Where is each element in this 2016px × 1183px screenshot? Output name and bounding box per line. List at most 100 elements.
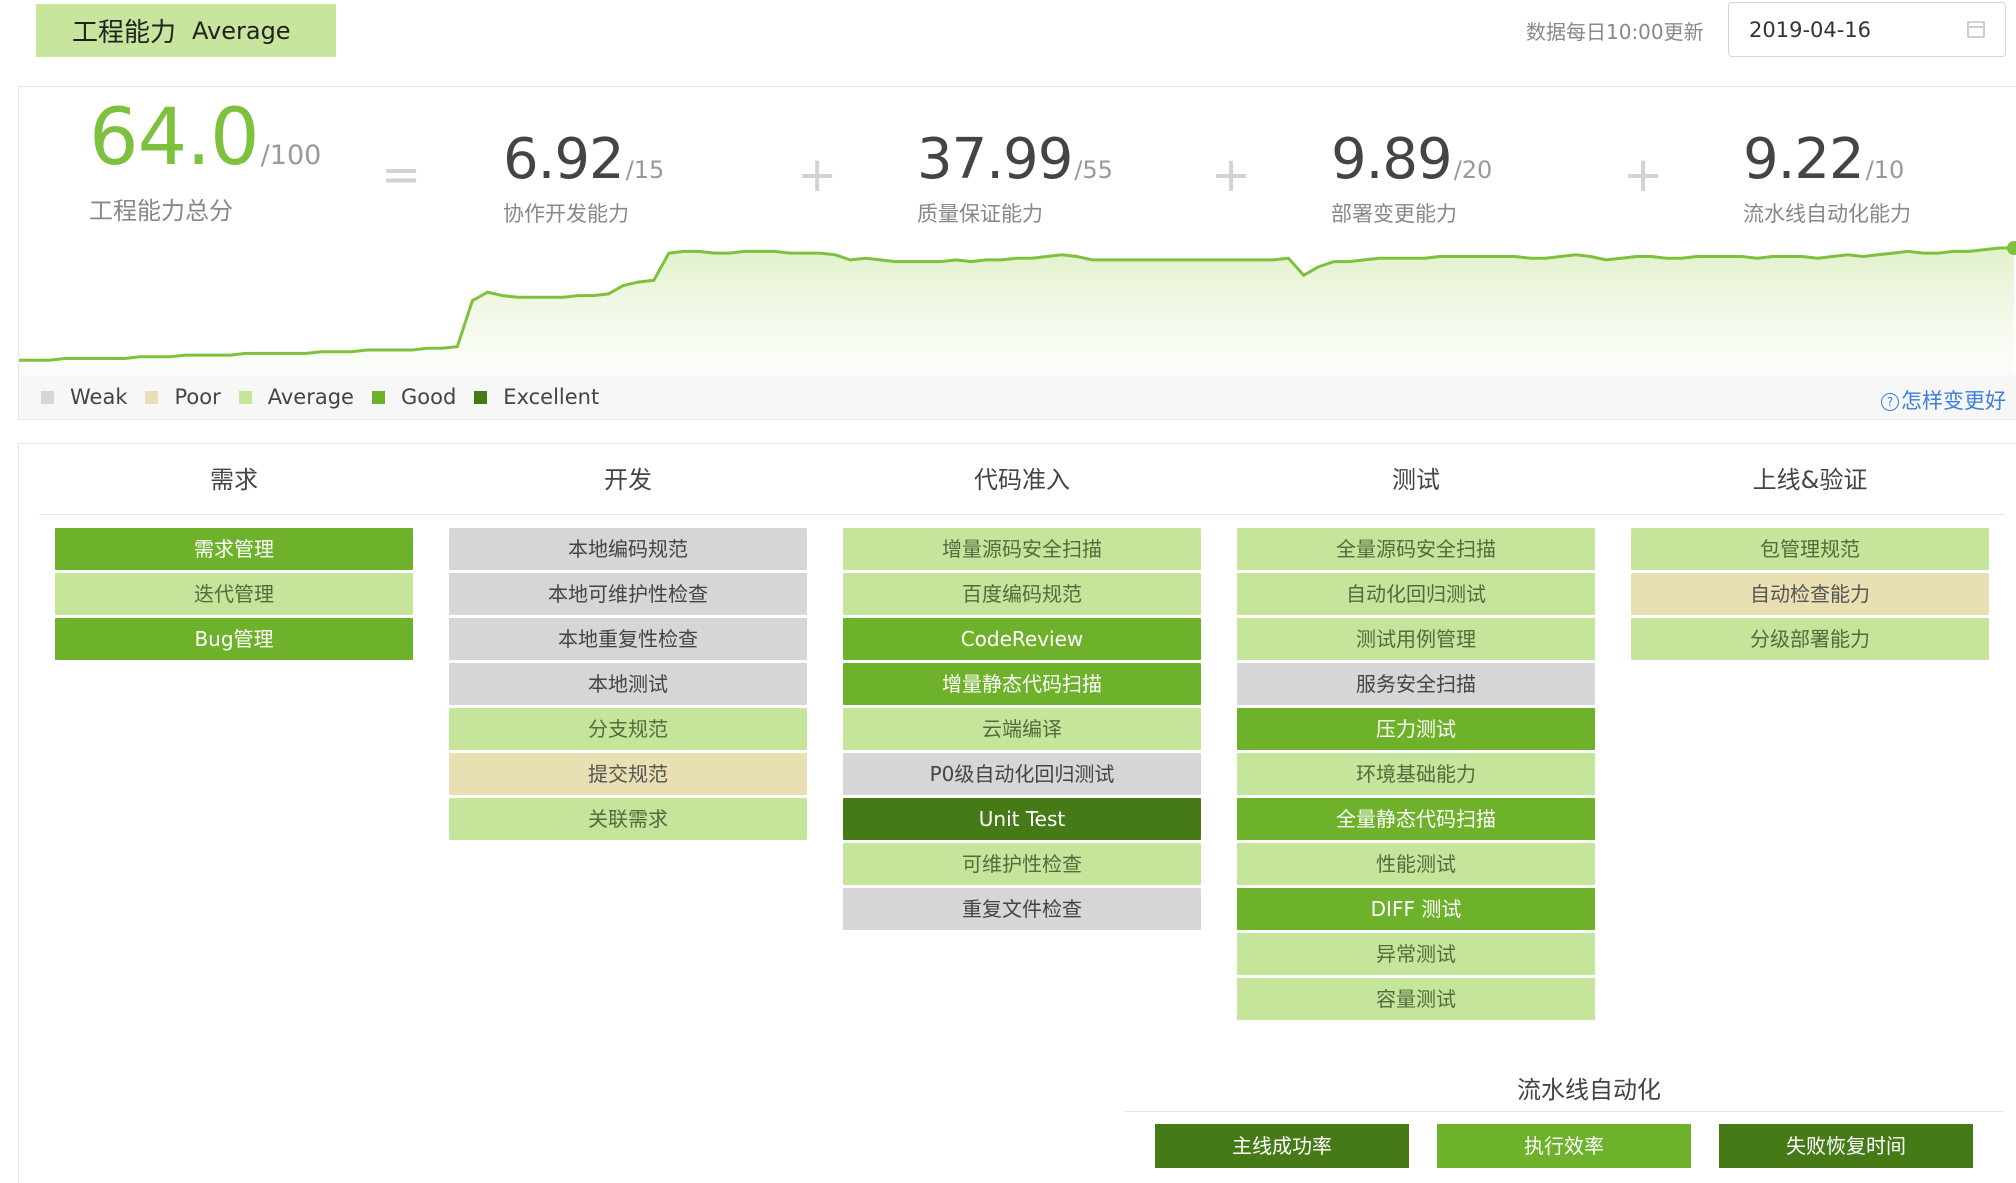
legend-swatch	[371, 390, 385, 404]
plus-sign: +	[1623, 147, 1664, 203]
capability-item[interactable]: 压力测试	[1237, 708, 1595, 750]
total-score-label: 工程能力总分	[89, 197, 233, 225]
legend-swatch	[238, 390, 252, 404]
pipeline-item[interactable]: 执行效率	[1437, 1124, 1691, 1168]
plus-sign: +	[1211, 147, 1252, 203]
metric-max: /10	[1865, 156, 1905, 184]
metric-max: /20	[1453, 156, 1493, 184]
stage-title: 开发	[604, 466, 652, 494]
capability-item[interactable]: 提交规范	[449, 753, 807, 795]
stage-column: 代码准入增量源码安全扫描 百度编码规范 CodeReview 增量静态代码扫描 云端编译…	[843, 444, 1201, 933]
legend-label: Good	[400, 385, 457, 409]
stage-column: 上线&验证包管理规范 自动检查能力 分级部署能力	[1631, 444, 1989, 663]
capability-item[interactable]: 自动化回归测试	[1237, 573, 1595, 615]
capability-item[interactable]: DIFF 测试	[1237, 888, 1595, 930]
pipeline-divider	[1124, 1111, 2004, 1112]
capability-item[interactable]: CodeReview	[843, 618, 1201, 660]
capability-item[interactable]: 关联需求	[449, 798, 807, 840]
metric-pipeline: 9.22/10 流水线自动化能力	[1743, 127, 1911, 228]
capability-item[interactable]: 容量测试	[1237, 978, 1595, 1020]
question-circle-icon: ?	[1881, 393, 1899, 411]
capability-item[interactable]: P0级自动化回归测试	[843, 753, 1201, 795]
legend: Weak Poor Average Good Excellent	[41, 385, 617, 409]
stage-title: 测试	[1392, 466, 1440, 494]
capability-item[interactable]: 需求管理	[55, 528, 413, 570]
capability-item[interactable]: 包管理规范	[1631, 528, 1989, 570]
update-note: 数据每日10:00更新	[1526, 20, 1704, 44]
capability-item[interactable]: Bug管理	[55, 618, 413, 660]
legend-bar: Weak Poor Average Good Excellent ? 怎样变更好	[19, 375, 2016, 419]
date-value: 2019-04-16	[1749, 17, 1872, 42]
capability-item[interactable]: 自动检查能力	[1631, 573, 1989, 615]
metric-deployment: 9.89/20 部署变更能力	[1331, 127, 1492, 228]
capability-item[interactable]: 增量静态代码扫描	[843, 663, 1201, 705]
capability-list: 需求管理 迭代管理 Bug管理	[55, 516, 413, 660]
pipeline-title: 流水线自动化	[1517, 1076, 1661, 1104]
metric-collaboration: 6.92/15 协作开发能力	[503, 127, 664, 228]
pipeline-item[interactable]: 失败恢复时间	[1719, 1124, 1973, 1168]
capability-item[interactable]: 云端编译	[843, 708, 1201, 750]
metric-label: 质量保证能力	[917, 202, 1043, 226]
metric-value: 9.22	[1743, 127, 1865, 192]
metric-value: 6.92	[503, 127, 625, 192]
capability-item[interactable]: 分支规范	[449, 708, 807, 750]
trend-area	[19, 248, 2014, 377]
metric-value: 37.99	[917, 127, 1073, 192]
stage-column: 需求需求管理 迭代管理 Bug管理	[55, 444, 413, 663]
legend-swatch	[41, 390, 54, 404]
stage-title: 需求	[210, 466, 258, 494]
capability-item[interactable]: 重复文件检查	[843, 888, 1201, 930]
stage-column: 测试全量源码安全扫描 自动化回归测试 测试用例管理 服务安全扫描 压力测试 环境基础能力全…	[1237, 444, 1595, 1023]
capability-item[interactable]: 本地编码规范	[449, 528, 807, 570]
capability-item[interactable]: 可维护性检查	[843, 843, 1201, 885]
capability-item[interactable]: 异常测试	[1237, 933, 1595, 975]
capability-item[interactable]: Unit Test	[843, 798, 1201, 840]
how-to-improve-link[interactable]: ? 怎样变更好	[1881, 385, 2006, 415]
capability-item[interactable]: 迭代管理	[55, 573, 413, 615]
capability-item[interactable]: 全量静态代码扫描	[1237, 798, 1595, 840]
capability-item[interactable]: 增量源码安全扫描	[843, 528, 1201, 570]
stage-title: 代码准入	[974, 466, 1070, 494]
total-score-value: 64.0	[89, 93, 260, 183]
capability-item[interactable]: 本地可维护性检查	[449, 573, 807, 615]
capability-item[interactable]: 本地测试	[449, 663, 807, 705]
capability-item[interactable]: 百度编码规范	[843, 573, 1201, 615]
page-title: 工程能力	[72, 18, 177, 48]
calendar-icon[interactable]	[1967, 21, 1985, 38]
help-link-text: 怎样变更好	[1901, 389, 2006, 413]
legend-label: Excellent	[503, 385, 600, 409]
date-picker-input[interactable]: 2019-04-16	[1728, 2, 2006, 57]
legend-label: Poor	[174, 385, 221, 409]
metric-label: 部署变更能力	[1331, 202, 1457, 226]
stage-title: 上线&验证	[1752, 466, 1868, 494]
capability-item[interactable]: 性能测试	[1237, 843, 1595, 885]
metric-label: 协作开发能力	[503, 202, 629, 226]
score-panel: 64.0/100 工程能力总分 = 6.92/15 协作开发能力 + 37.99…	[18, 86, 2016, 420]
legend-label: Weak	[70, 385, 128, 409]
stage-column: 开发本地编码规范 本地可维护性检查 本地重复性检查 本地测试 分支规范 提交规范 关联需求	[449, 444, 807, 843]
metric-label: 流水线自动化能力	[1743, 202, 1911, 226]
level-label: Average	[192, 16, 291, 45]
capability-item[interactable]: 分级部署能力	[1631, 618, 1989, 660]
total-score-max: /100	[260, 140, 322, 171]
capability-panel: 需求 需求管理 迭代管理 Bug管理 开发 本地编码规范 本地可维护性检查 本地重复性检查 本地…	[18, 443, 2016, 1183]
capability-list: 本地编码规范 本地可维护性检查 本地重复性检查 本地测试 分支规范 提交规范 关联需求	[449, 516, 807, 840]
capability-item[interactable]: 测试用例管理	[1237, 618, 1595, 660]
capability-item[interactable]: 环境基础能力	[1237, 753, 1595, 795]
legend-swatch	[474, 390, 488, 404]
metric-quality: 37.99/55 质量保证能力	[917, 127, 1113, 228]
metric-max: /55	[1074, 156, 1113, 184]
plus-sign: +	[797, 147, 838, 203]
capability-list: 全量源码安全扫描 自动化回归测试 测试用例管理 服务安全扫描 压力测试 环境基础能力 全量静…	[1237, 516, 1595, 1020]
legend-swatch	[145, 390, 159, 404]
capability-item[interactable]: 本地重复性检查	[449, 618, 807, 660]
capability-level-badge: 工程能力 Average	[36, 4, 336, 57]
capability-item[interactable]: 全量源码安全扫描	[1237, 528, 1595, 570]
pipeline-item[interactable]: 主线成功率	[1155, 1124, 1409, 1168]
capability-list: 包管理规范 自动检查能力 分级部署能力	[1631, 516, 1989, 660]
capability-item[interactable]: 服务安全扫描	[1237, 663, 1595, 705]
capability-list: 增量源码安全扫描 百度编码规范 CodeReview 增量静态代码扫描 云端编译 P0级自…	[843, 516, 1201, 930]
total-score: 64.0/100 工程能力总分	[89, 93, 321, 226]
metric-value: 9.89	[1331, 127, 1453, 192]
legend-label: Average	[267, 385, 354, 409]
